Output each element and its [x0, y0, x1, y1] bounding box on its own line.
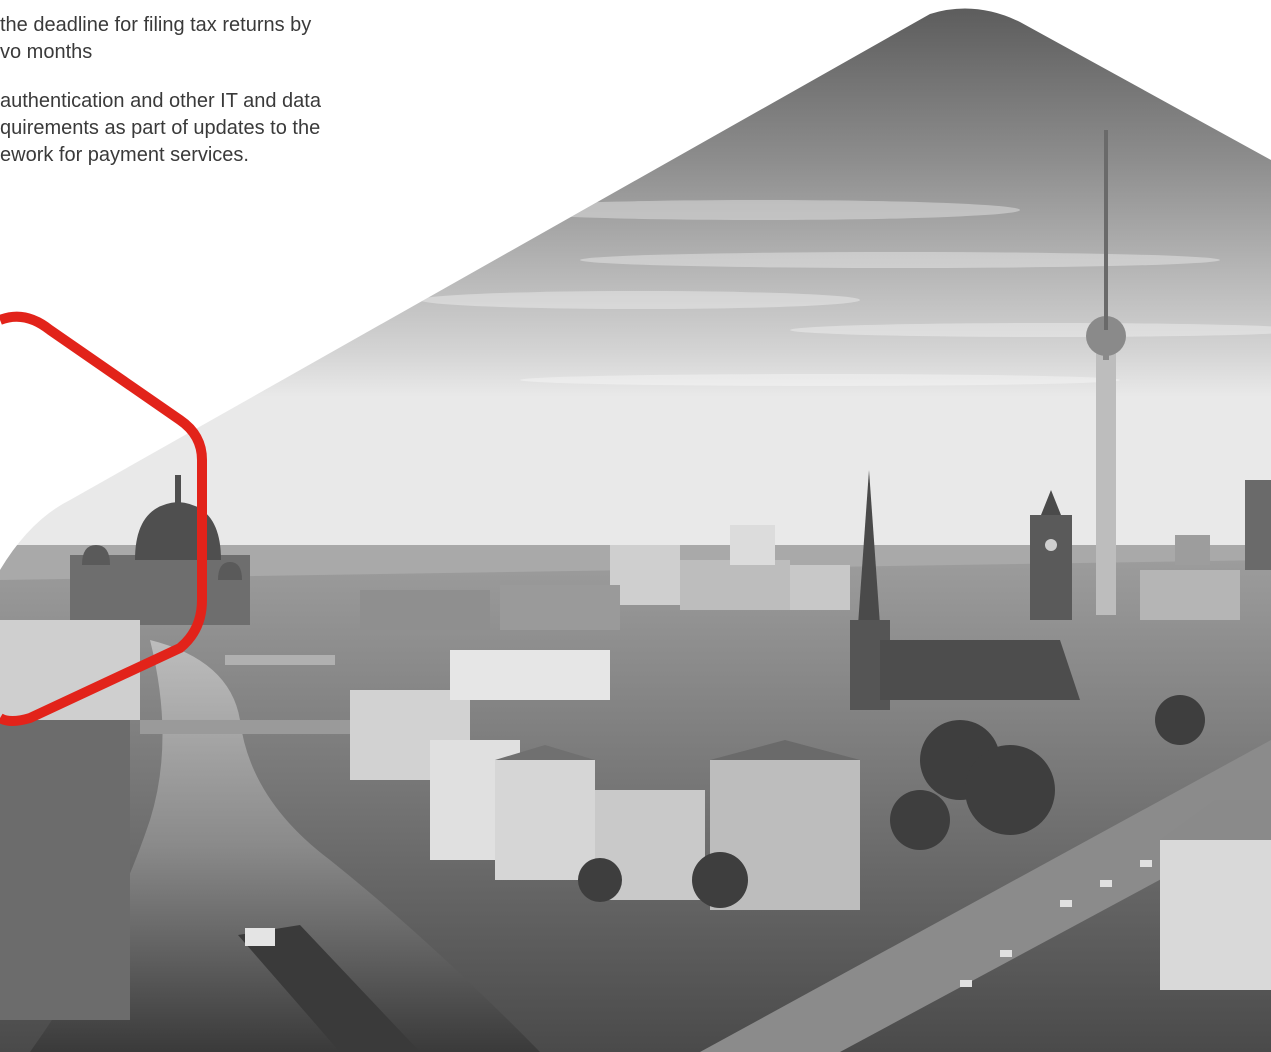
- upper-bridge: [225, 655, 335, 665]
- left-bank-block: [0, 720, 130, 1020]
- photo-content: [0, 8, 1271, 1052]
- left-bank-building: [0, 620, 140, 720]
- city-photo: [0, 8, 1271, 1052]
- bridge: [140, 720, 360, 734]
- document-page: the deadline for filing tax returns by v…: [0, 0, 1271, 1052]
- right-corner-building: [1160, 840, 1271, 990]
